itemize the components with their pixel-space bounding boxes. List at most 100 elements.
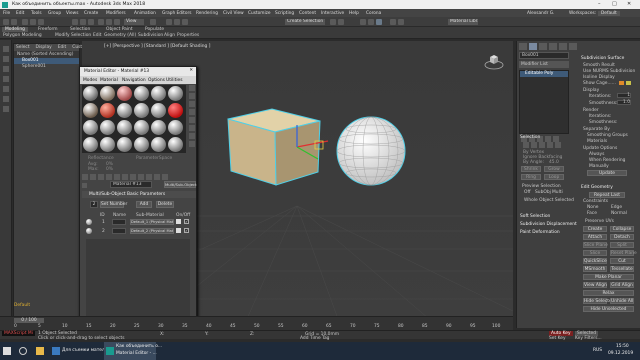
timeline[interactable]: 0 / 100 0 5 10 15 20 25 30 35 40 45 50 5… xyxy=(0,316,513,330)
msmooth-button[interactable]: MSmooth xyxy=(583,266,607,272)
menu-content[interactable]: Content xyxy=(299,11,316,16)
menu-customize[interactable]: Customize xyxy=(248,11,271,16)
menu-tools[interactable]: Tools xyxy=(31,11,42,16)
put-to-scene-icon[interactable] xyxy=(90,174,96,180)
maxscript-listener[interactable]: MAXScript Mi xyxy=(2,331,35,336)
materials-checkbox[interactable]: Materials xyxy=(587,139,607,144)
use-nurms-checkbox[interactable]: Use NURMS Subdivision xyxy=(583,69,635,74)
align-icon[interactable] xyxy=(338,19,344,25)
sample-slot[interactable] xyxy=(83,137,98,152)
row-name-field[interactable] xyxy=(112,228,126,234)
material-id-channel-icon[interactable] xyxy=(130,174,136,180)
file-explorer-icon[interactable] xyxy=(36,347,44,355)
sample-slot[interactable] xyxy=(117,86,132,101)
smoothness-spinner[interactable]: 1.0 xyxy=(617,100,631,105)
collapse-button[interactable]: Collapse xyxy=(610,226,634,232)
sample-slot[interactable] xyxy=(134,86,149,101)
curve-editor-icon[interactable] xyxy=(360,19,366,25)
when-rendering-radio[interactable]: When Rendering xyxy=(589,158,625,163)
vertex-icon[interactable] xyxy=(523,142,529,148)
link-icon[interactable] xyxy=(22,19,28,25)
motion-tab-icon[interactable] xyxy=(549,43,557,50)
sample-slot[interactable] xyxy=(100,137,115,152)
view-align-button[interactable]: View Align xyxy=(583,282,607,288)
repeat-last-button[interactable]: Repeat Last xyxy=(589,192,625,198)
scene-menu-edit[interactable]: Edit xyxy=(58,45,67,50)
table-row[interactable]: 2 Default_2 (Physical Materi ✓ xyxy=(86,228,196,235)
display-tab-icon[interactable] xyxy=(559,43,567,50)
select-by-material-icon[interactable] xyxy=(189,141,195,147)
ribbon-tab-object-paint[interactable]: Object Paint xyxy=(106,27,133,32)
ribbon-subdivision[interactable]: Subdivision xyxy=(138,33,163,38)
geometry-filter-icon[interactable] xyxy=(3,76,9,82)
create-tab-icon[interactable] xyxy=(519,43,527,50)
cage-selected-color-swatch[interactable] xyxy=(626,81,631,85)
by-angle-checkbox[interactable]: By Angle: xyxy=(523,160,544,165)
element-icon[interactable] xyxy=(555,142,561,148)
slice-plane-button[interactable]: Slice Plane xyxy=(583,242,608,248)
detach-button[interactable]: Detach xyxy=(610,234,634,240)
loop-button[interactable]: Loop xyxy=(544,174,564,180)
scale-icon[interactable] xyxy=(114,19,120,25)
shapes-filter-icon[interactable] xyxy=(3,86,9,92)
ribbon-tab-freeform[interactable]: Freeform xyxy=(38,27,58,32)
menu-interactive[interactable]: Interactive xyxy=(321,11,344,16)
manually-radio[interactable]: Manually xyxy=(589,164,609,169)
sample-slot[interactable] xyxy=(117,137,132,152)
hierarchy-tab-icon[interactable] xyxy=(539,43,547,50)
angle-value[interactable]: 45.0 xyxy=(549,160,559,165)
sample-type-icon[interactable] xyxy=(189,85,195,91)
material-count-field[interactable]: 2 xyxy=(90,201,98,208)
taskbar-item[interactable]: Для съемки мателя xyxy=(62,348,107,353)
close-icon[interactable]: ✕ xyxy=(627,1,631,7)
constraint-face-radio[interactable]: Face xyxy=(587,211,597,216)
mirror-icon[interactable] xyxy=(330,19,336,25)
sample-slot[interactable] xyxy=(134,120,149,135)
select-object-icon[interactable] xyxy=(72,19,78,25)
sample-slots[interactable] xyxy=(82,85,186,153)
sample-slot[interactable] xyxy=(100,86,115,101)
percent-snap-icon[interactable] xyxy=(182,19,188,25)
me-menu-modes[interactable]: Modes xyxy=(83,78,97,83)
assign-to-selection-icon[interactable] xyxy=(98,174,104,180)
smoothing-groups-checkbox[interactable]: Smoothing Groups xyxy=(587,133,628,138)
user-name[interactable]: Alexsandr G. xyxy=(527,11,554,16)
quickslice-button[interactable]: QuickSlice xyxy=(583,258,607,264)
set-key-button[interactable]: Set Key xyxy=(549,336,566,341)
row-color-swatch[interactable] xyxy=(176,228,181,233)
row-on-checkbox[interactable]: ✓ xyxy=(184,219,189,224)
sample-slot[interactable] xyxy=(151,86,166,101)
close-icon[interactable]: ✕ xyxy=(189,68,193,73)
sample-slot[interactable] xyxy=(117,103,132,118)
subdivision-surface-rollout[interactable]: Subdivision Surface xyxy=(581,56,624,61)
rect-selection-icon[interactable] xyxy=(88,19,94,25)
make-planar-button[interactable]: Make Planar xyxy=(583,274,634,280)
table-row[interactable]: 1 Default_1 (Physical Materi ✓ xyxy=(86,219,196,226)
relax-button[interactable]: Relax xyxy=(583,290,634,296)
viewport-label[interactable]: [+] [Perspective ] [Standard ] [Default … xyxy=(104,44,210,49)
get-material-icon[interactable] xyxy=(82,174,88,180)
menu-scripting[interactable]: Scripting xyxy=(275,11,294,16)
show-cage-checkbox[interactable]: Show Cage...... xyxy=(583,81,616,86)
backlight-icon[interactable] xyxy=(189,93,195,99)
time-slider[interactable]: 0 / 100 xyxy=(14,318,44,323)
menu-rendering[interactable]: Rendering xyxy=(196,11,218,16)
col-sub-material[interactable]: Sub-Material xyxy=(136,213,164,218)
display-none-icon[interactable] xyxy=(3,56,9,62)
workspaces-dropdown[interactable]: Default xyxy=(598,10,620,16)
go-forward-sibling-icon[interactable] xyxy=(162,174,168,180)
display-children-icon[interactable] xyxy=(3,66,9,72)
object-name-field[interactable]: Box001 xyxy=(519,52,569,59)
ribbon-tab-populate[interactable]: Populate xyxy=(145,27,164,32)
me-menu-material[interactable]: Material xyxy=(100,78,118,83)
scene-menu-select[interactable]: Select xyxy=(16,45,30,50)
grid-align-button[interactable]: Grid Align xyxy=(610,282,634,288)
sample-slot[interactable] xyxy=(134,103,149,118)
snap-icon[interactable] xyxy=(166,19,172,25)
edge-icon[interactable] xyxy=(531,142,537,148)
split-button[interactable]: Split xyxy=(610,242,634,248)
multi-sub-rollout-header[interactable]: Multi/Sub-Object Basic Parameters xyxy=(82,191,196,198)
menu-modifiers[interactable]: Modifiers xyxy=(106,11,126,16)
set-number-button[interactable]: Set Number xyxy=(100,201,127,208)
sample-slot[interactable] xyxy=(168,86,183,101)
